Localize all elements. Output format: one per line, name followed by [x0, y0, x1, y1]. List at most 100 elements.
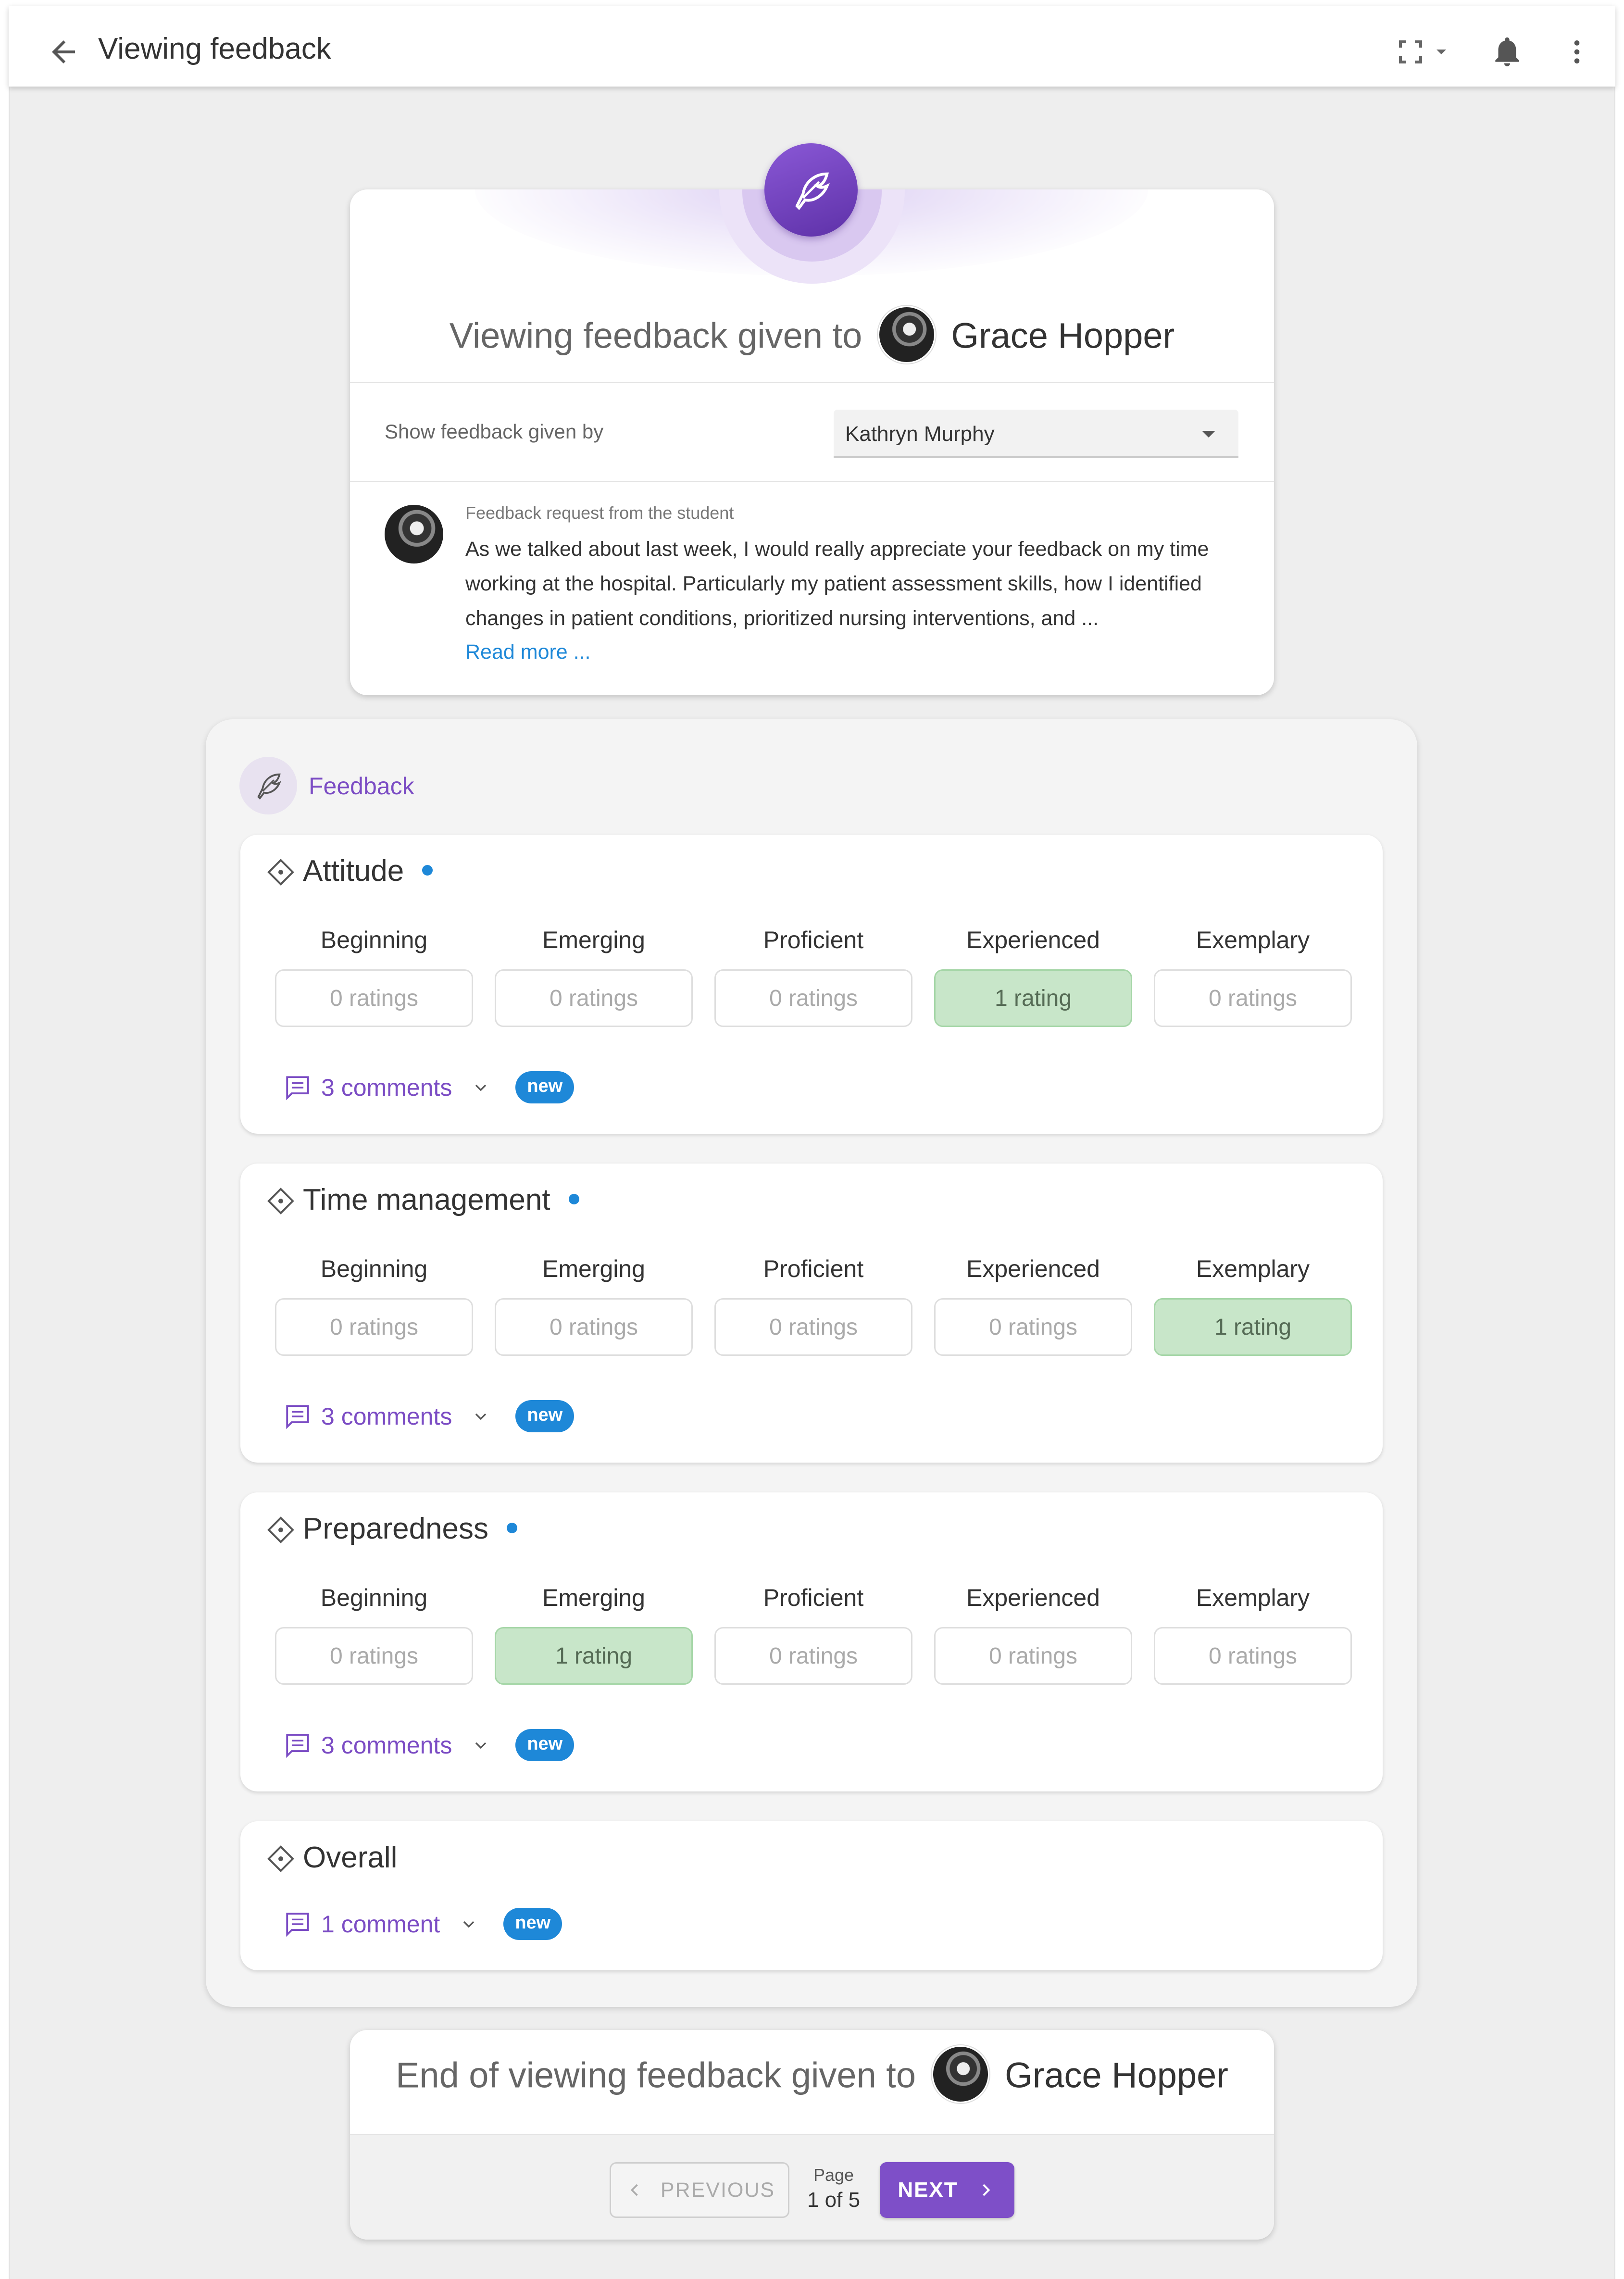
level-proficient: Proficient 0 ratings	[714, 1584, 912, 1685]
criterion-card-overall: Overall 1 comment new	[240, 1821, 1383, 1970]
feedback-section: Feedback Attitude Beginning 0 ratings Eme…	[206, 719, 1417, 2007]
criterion-card-time-management: Time management Beginning 0 ratings Emerg…	[240, 1164, 1383, 1463]
rating-box[interactable]: 0 ratings	[714, 1298, 912, 1356]
level-emerging: Emerging 0 ratings	[495, 1255, 693, 1356]
chevron-left-icon	[630, 2184, 638, 2196]
level-exemplary: Exemplary 0 ratings	[1154, 926, 1352, 1027]
rating-box[interactable]: 0 ratings	[934, 1627, 1132, 1685]
level-proficient: Proficient 0 ratings	[714, 926, 912, 1027]
avatar	[877, 306, 936, 363]
chevron-down-icon	[1437, 50, 1446, 54]
end-title-prefix: End of viewing feedback given to	[396, 2055, 916, 2095]
page-label: Page	[813, 2165, 854, 2185]
rating-box[interactable]: 0 ratings	[714, 969, 912, 1027]
rating-box[interactable]: 0 ratings	[495, 969, 693, 1027]
header-title-prefix: Viewing feedback given to	[449, 315, 862, 356]
rating-box[interactable]: 0 ratings	[275, 969, 473, 1027]
rating-levels: Beginning 0 ratings Emerging 0 ratings Pro…	[275, 926, 1352, 1027]
page-title: Viewing feedback	[98, 32, 331, 65]
app-bar: Viewing feedback	[9, 6, 1615, 87]
unread-dot	[507, 1522, 518, 1533]
feather-badge	[764, 143, 858, 237]
comment-icon	[286, 1733, 309, 1758]
back-arrow-icon[interactable]	[46, 35, 81, 69]
comment-icon	[286, 1404, 309, 1429]
level-experienced: Experienced 0 ratings	[934, 1584, 1132, 1685]
level-exemplary: Exemplary 1 rating	[1154, 1255, 1352, 1356]
rating-box[interactable]: 0 ratings	[495, 1298, 693, 1356]
student-name: Grace Hopper	[1005, 2055, 1228, 2095]
feedback-giver-select[interactable]: Kathryn Murphy	[834, 410, 1238, 458]
avatar	[931, 2045, 989, 2103]
divider	[350, 382, 1274, 383]
student-avatar	[385, 505, 443, 563]
criterion-card-preparedness: Preparedness Beginning 0 ratings Emerging…	[240, 1492, 1383, 1791]
level-emerging: Emerging 0 ratings	[495, 926, 693, 1027]
bell-icon[interactable]	[1489, 34, 1525, 69]
read-more-link[interactable]: Read more ...	[465, 640, 591, 664]
request-title: Feedback request from the student	[465, 503, 734, 523]
rating-box[interactable]: 0 ratings	[1154, 969, 1352, 1027]
dropdown-arrow-icon	[1202, 431, 1215, 438]
comment-icon	[286, 1912, 309, 1937]
criterion-title: Overall	[303, 1841, 398, 1874]
feather-icon	[239, 757, 297, 814]
rating-box-selected[interactable]: 1 rating	[1154, 1298, 1352, 1356]
comments-toggle[interactable]: 3 comments new	[283, 1071, 575, 1103]
previous-button[interactable]: PREVIOUS	[610, 2162, 789, 2218]
criterion-title: Time management	[303, 1183, 579, 1217]
rating-box[interactable]: 0 ratings	[275, 1627, 473, 1685]
level-beginning: Beginning 0 ratings	[275, 926, 473, 1027]
more-vert-icon[interactable]	[1562, 35, 1592, 69]
selected-giver: Kathryn Murphy	[845, 422, 995, 446]
criterion-title: Preparedness	[303, 1512, 518, 1546]
comments-toggle[interactable]: 3 comments new	[283, 1400, 575, 1432]
level-experienced: Experienced 0 ratings	[934, 1255, 1132, 1356]
previous-label: PREVIOUS	[660, 2178, 775, 2202]
comments-count: 3 comments	[321, 1402, 452, 1430]
comments-count: 1 comment	[321, 1910, 440, 1938]
comments-toggle[interactable]: 1 comment new	[283, 1908, 562, 1940]
page-indicator: Page 1 of 5	[805, 2165, 862, 2212]
criterion-card-attitude: Attitude Beginning 0 ratings Emerging 0 ra…	[240, 835, 1383, 1134]
level-emerging: Emerging 1 rating	[495, 1584, 693, 1685]
show-feedback-label: Show feedback given by	[385, 420, 604, 443]
header-title: Viewing feedback given to Grace Hopper	[350, 306, 1274, 367]
chevron-down-icon	[475, 1742, 487, 1749]
end-card: End of viewing feedback given to Grace H…	[350, 2030, 1274, 2240]
feedback-label: Feedback	[309, 773, 414, 800]
next-button[interactable]: NEXT	[880, 2162, 1014, 2218]
feedback-header-card: Viewing feedback given to Grace Hopper S…	[350, 189, 1274, 695]
unread-dot	[422, 864, 433, 876]
new-badge: new	[515, 1729, 575, 1761]
rating-box-selected[interactable]: 1 rating	[495, 1627, 693, 1685]
rating-box[interactable]: 0 ratings	[275, 1298, 473, 1356]
unread-dot	[568, 1193, 579, 1204]
criterion-title: Attitude	[303, 854, 433, 888]
rating-box[interactable]: 0 ratings	[1154, 1627, 1352, 1685]
next-label: NEXT	[898, 2178, 958, 2202]
divider	[350, 481, 1274, 482]
new-badge: new	[515, 1400, 575, 1432]
comments-toggle[interactable]: 3 comments new	[283, 1729, 575, 1761]
level-proficient: Proficient 0 ratings	[714, 1255, 912, 1356]
new-badge: new	[503, 1908, 562, 1940]
rating-levels: Beginning 0 ratings Emerging 0 ratings Pro…	[275, 1255, 1352, 1356]
chevron-down-icon	[463, 1921, 475, 1928]
level-beginning: Beginning 0 ratings	[275, 1584, 473, 1685]
chevron-down-icon	[475, 1084, 487, 1091]
comment-icon	[286, 1076, 309, 1100]
chevron-right-icon	[982, 2184, 990, 2196]
fullscreen-menu-button[interactable]	[1393, 35, 1451, 69]
comments-count: 3 comments	[321, 1074, 452, 1101]
page-value: 1 of 5	[807, 2188, 861, 2212]
rating-box[interactable]: 0 ratings	[934, 1298, 1132, 1356]
criterion-diamond-icon	[267, 1516, 294, 1543]
student-name: Grace Hopper	[951, 315, 1175, 356]
level-exemplary: Exemplary 0 ratings	[1154, 1584, 1352, 1685]
new-badge: new	[515, 1071, 575, 1103]
pagination-bar: PREVIOUS Page 1 of 5 NEXT	[350, 2134, 1274, 2240]
rating-box-selected[interactable]: 1 rating	[934, 969, 1132, 1027]
rating-box[interactable]: 0 ratings	[714, 1627, 912, 1685]
fullscreen-icon	[1399, 40, 1422, 63]
